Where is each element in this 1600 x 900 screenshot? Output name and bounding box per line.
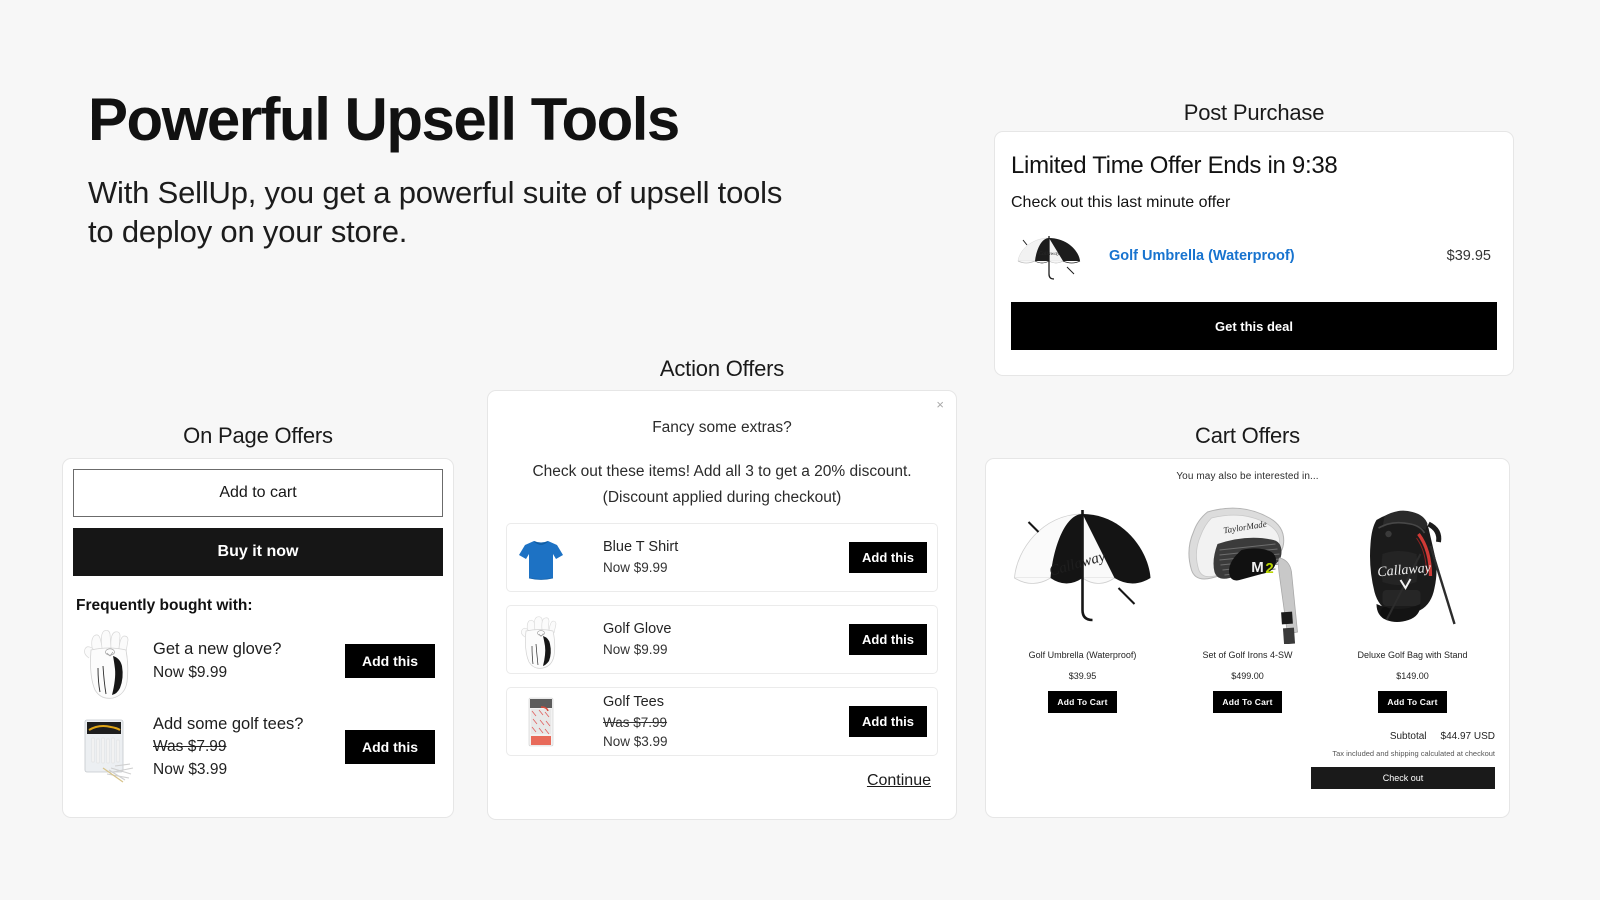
svg-text:2: 2 (1265, 560, 1273, 577)
list-item: Golf Tees Was $7.99 Now $3.99 Add this (506, 687, 938, 757)
list-item-text: Blue T Shirt Now $9.99 (603, 537, 849, 578)
cart-offers-label: Cart Offers (1195, 423, 1300, 448)
post-purchase-product-link[interactable]: Golf Umbrella (Waterproof) (1109, 248, 1447, 264)
post-purchase-card: Limited Time Offer Ends in 9:38 Check ou… (994, 131, 1514, 376)
add-this-button[interactable]: Add this (849, 542, 927, 574)
add-to-cart-button[interactable]: Add To Cart (1378, 691, 1447, 713)
post-purchase-product-row: Callaway Golf Umbrella (Waterproof) $39.… (1011, 224, 1497, 288)
golf-glove-image (73, 622, 143, 700)
blue-tshirt-image (512, 528, 570, 588)
cart-offers-heading: You may also be interested in... (1176, 471, 1319, 482)
post-purchase-subtitle: Check out this last minute offer (1011, 194, 1231, 211)
list-item: Callaway Deluxe Golf Bag with Stand $149… (1330, 494, 1495, 713)
action-offers-heading: Fancy some extras? (652, 419, 792, 436)
add-this-button[interactable]: Add this (849, 706, 927, 738)
add-to-cart-button[interactable]: Add to cart (73, 469, 443, 517)
cart-offers-grid: Callaway Golf Umbrella (Waterproof) $39.… (1000, 494, 1495, 713)
page-subtitle: With SellUp, you get a powerful suite of… (88, 175, 783, 250)
item-now-price: Now $3.99 (153, 761, 228, 779)
golf-iron-image: M 2 TaylorMade (1165, 494, 1330, 644)
golf-glove-image (512, 610, 570, 670)
golf-umbrella-image: Callaway (1000, 494, 1165, 644)
item-title: Golf Glove (603, 621, 672, 638)
item-now-price: Now $9.99 (603, 560, 668, 576)
golf-tees-image (512, 692, 570, 752)
svg-text:Callaway: Callaway (1038, 251, 1060, 257)
list-item-text: Golf Tees Was $7.99 Now $3.99 (603, 692, 849, 752)
on-page-offers-label: On Page Offers (183, 423, 333, 448)
item-now-price: Now $3.99 (603, 734, 668, 750)
add-this-button[interactable]: Add this (849, 624, 927, 656)
list-item: Callaway Golf Umbrella (Waterproof) $39.… (1000, 494, 1165, 713)
item-price: $149.00 (1396, 671, 1429, 681)
list-item: Add some golf tees? Was $7.99 Now $3.99 … (73, 707, 443, 787)
list-item: M 2 TaylorMade Set of Golf Irons 4-SW $4… (1165, 494, 1330, 713)
checkout-button[interactable]: Check out (1311, 767, 1495, 789)
item-price: $499.00 (1231, 671, 1264, 681)
item-title: Get a new glove? (153, 640, 282, 659)
list-item-text: Golf Glove Now $9.99 (603, 619, 849, 660)
list-item-text: Get a new glove? Now $9.99 (153, 637, 345, 685)
get-this-deal-button[interactable]: Get this deal (1011, 302, 1497, 350)
item-was-price: Was $7.99 (603, 714, 668, 730)
add-this-button[interactable]: Add this (345, 730, 435, 764)
cart-summary: Subtotal $44.97 USD Tax included and ship… (1000, 731, 1495, 789)
item-name: Golf Umbrella (Waterproof) (1028, 650, 1137, 660)
close-icon[interactable]: × (933, 395, 947, 414)
hero-section: Powerful Upsell Tools With SellUp, you g… (88, 88, 788, 251)
page-root: Powerful Upsell Tools With SellUp, you g… (0, 0, 1600, 900)
item-was-price: Was $7.99 (153, 738, 227, 756)
list-item: Blue T Shirt Now $9.99 Add this (506, 523, 938, 593)
add-to-cart-button[interactable]: Add To Cart (1048, 691, 1117, 713)
post-purchase-label: Post Purchase (1183, 100, 1325, 125)
item-name: Set of Golf Irons 4-SW (1202, 650, 1293, 660)
tax-note: Tax included and shipping calculated at … (1332, 749, 1495, 758)
golf-bag-image: Callaway (1330, 494, 1495, 644)
continue-link[interactable]: Continue (867, 772, 931, 789)
subtotal-row: Subtotal $44.97 USD (1000, 731, 1495, 742)
add-this-button[interactable]: Add this (345, 644, 435, 678)
golf-tees-image (73, 708, 143, 786)
item-price: $39.95 (1068, 671, 1097, 681)
page-title: Powerful Upsell Tools (88, 86, 680, 153)
golf-umbrella-image: Callaway (1011, 225, 1087, 287)
add-to-cart-button[interactable]: Add To Cart (1213, 691, 1282, 713)
frequently-bought-with-heading: Frequently bought with: (76, 597, 253, 614)
item-now-price: Now $9.99 (153, 663, 228, 681)
svg-text:M: M (1251, 559, 1264, 576)
action-offers-modal: × Fancy some extras? Check out these ite… (487, 390, 957, 820)
item-name: Deluxe Golf Bag with Stand (1357, 650, 1468, 660)
list-item: Golf Glove Now $9.99 Add this (506, 605, 938, 675)
post-purchase-product-price: $39.95 (1446, 248, 1491, 264)
on-page-offers-card: Add to cart Buy it now Frequently bought… (62, 458, 454, 818)
item-title: Blue T Shirt (603, 539, 679, 556)
subtotal-label: Subtotal (1389, 731, 1427, 742)
item-now-price: Now $9.99 (603, 642, 668, 658)
item-title: Add some golf tees? (153, 714, 304, 733)
list-item: Get a new glove? Now $9.99 Add this (73, 621, 443, 701)
post-purchase-title: Limited Time Offer Ends in 9:38 (1011, 152, 1338, 179)
subtotal-value: $44.97 USD (1440, 731, 1495, 742)
action-offers-description: Check out these items! Add all 3 to get … (532, 463, 912, 506)
buy-it-now-button[interactable]: Buy it now (73, 528, 443, 576)
item-title: Golf Tees (603, 693, 664, 710)
cart-offers-card: You may also be interested in... Callawa… (985, 458, 1510, 818)
continue-row: Continue (506, 772, 938, 790)
list-item-text: Add some golf tees? Was $7.99 Now $3.99 (153, 712, 345, 783)
action-offers-label: Action Offers (659, 356, 785, 381)
